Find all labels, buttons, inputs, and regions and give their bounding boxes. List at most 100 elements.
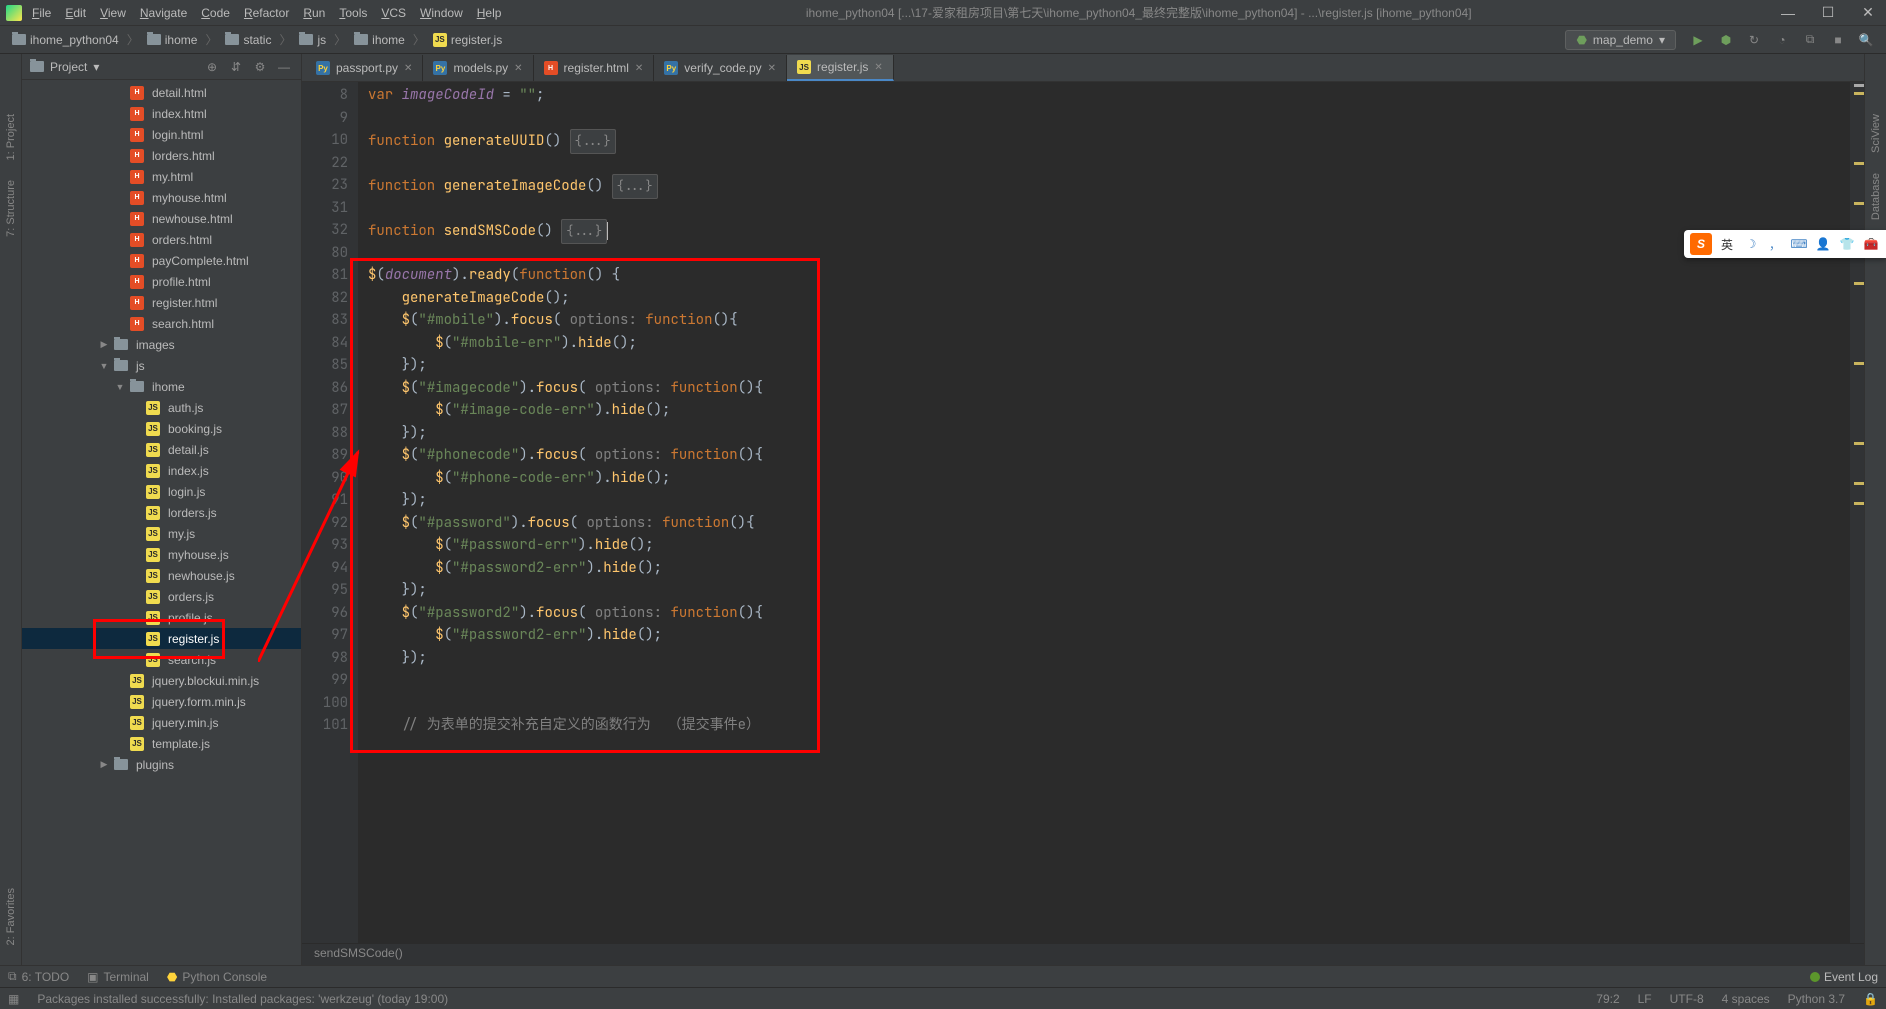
rail-structure[interactable]: 7: Structure [5,180,17,237]
tree-row[interactable]: JSprofile.js [22,607,301,628]
line-number[interactable]: 101 [304,714,348,737]
function-breadcrumb[interactable]: sendSMSCode() [302,943,1864,965]
tree-row[interactable]: JSregister.js [22,628,301,649]
tree-chevron-icon[interactable]: ▼ [114,382,126,392]
status-line-sep[interactable]: LF [1638,992,1652,1006]
menu-help[interactable]: Help [477,6,502,20]
code-line[interactable]: $("#image-code-err").hide(); [368,399,1864,422]
tree-row[interactable]: Horders.html [22,229,301,250]
code-line[interactable]: $("#password2").focus( options: function… [368,602,1864,625]
tree-row[interactable]: Hindex.html [22,103,301,124]
line-number[interactable]: 97 [304,624,348,647]
code-line[interactable]: }); [368,422,1864,445]
line-number[interactable]: 83 [304,309,348,332]
code-line[interactable]: $("#imagecode").focus( options: function… [368,377,1864,400]
line-number[interactable]: 95 [304,579,348,602]
code-line[interactable]: $("#password-err").hide(); [368,534,1864,557]
close-tab-icon[interactable]: ✕ [874,62,882,73]
gear-icon[interactable]: ⚙ [251,60,269,74]
hide-panel-icon[interactable]: — [275,60,293,74]
stop-button[interactable]: ■ [1826,28,1850,52]
code-line[interactable] [368,242,1864,265]
scroll-from-source-icon[interactable]: ⊕ [203,60,221,74]
tree-row[interactable]: JSdetail.js [22,439,301,460]
line-number[interactable]: 80 [304,242,348,265]
code-line[interactable]: $("#mobile").focus( options: function(){ [368,309,1864,332]
editor-tab[interactable]: Pymodels.py✕ [423,55,533,81]
person-icon[interactable]: 👤 [1814,237,1832,251]
code-line[interactable]: generateImageCode(); [368,287,1864,310]
tree-row[interactable]: JSmy.js [22,523,301,544]
comma-icon[interactable]: ， [1766,236,1784,253]
profile-button[interactable]: ◔ [1770,28,1794,52]
menu-navigate[interactable]: Navigate [140,6,187,20]
tree-row[interactable]: HpayComplete.html [22,250,301,271]
code-line[interactable] [368,197,1864,220]
line-number[interactable]: 86 [304,377,348,400]
tree-row[interactable]: JSbooking.js [22,418,301,439]
line-number[interactable]: 92 [304,512,348,535]
menu-file[interactable]: File [32,6,51,20]
code-line[interactable]: function sendSMSCode() {...} [368,219,1864,242]
breadcrumb-item[interactable]: js [295,31,330,49]
tree-chevron-icon[interactable]: ▼ [98,361,110,371]
ime-lang-label[interactable]: 英 [1718,236,1736,253]
tree-row[interactable]: Hregister.html [22,292,301,313]
tree-row[interactable]: JSauth.js [22,397,301,418]
editor-tab[interactable]: Pyverify_code.py✕ [654,55,787,81]
tree-row[interactable]: ▼ihome [22,376,301,397]
status-caret-pos[interactable]: 79:2 [1596,992,1619,1006]
code-line[interactable] [368,669,1864,692]
code-line[interactable]: $("#password").focus( options: function(… [368,512,1864,535]
skin-icon[interactable]: 👕 [1838,237,1856,251]
code-line[interactable]: function generateUUID() {...} [368,129,1864,152]
maximize-button[interactable]: ☐ [1816,4,1840,21]
line-number[interactable]: 8 [304,84,348,107]
menu-vcs[interactable]: VCS [381,6,406,20]
tree-row[interactable]: JSjquery.blockui.min.js [22,670,301,691]
editor-tab[interactable]: Hregister.html✕ [534,55,655,81]
menu-tools[interactable]: Tools [339,6,367,20]
code-line[interactable]: }); [368,647,1864,670]
code-line[interactable] [368,692,1864,715]
code-line[interactable]: $(document).ready(function() { [368,264,1864,287]
tree-chevron-icon[interactable]: ▶ [98,759,110,770]
tool-todo[interactable]: ⧉6: TODO [8,969,69,984]
code-line[interactable]: $("#phone-code-err").hide(); [368,467,1864,490]
close-button[interactable]: ✕ [1856,4,1880,21]
tool-python-console[interactable]: ⬣Python Console [167,970,267,984]
tree-row[interactable]: JSlogin.js [22,481,301,502]
tree-row[interactable]: JSjquery.form.min.js [22,691,301,712]
breadcrumb-item[interactable]: ihome [143,31,202,49]
tree-row[interactable]: Hmy.html [22,166,301,187]
close-tab-icon[interactable]: ✕ [768,63,776,74]
tree-row[interactable]: JSlorders.js [22,502,301,523]
status-indent[interactable]: 4 spaces [1722,992,1770,1006]
menu-edit[interactable]: Edit [65,6,86,20]
tree-row[interactable]: JStemplate.js [22,733,301,754]
tree-chevron-icon[interactable]: ▶ [98,339,110,350]
tree-row[interactable]: Hlorders.html [22,145,301,166]
line-number[interactable]: 9 [304,107,348,130]
rail-project[interactable]: 1: Project [5,114,17,160]
editor-tab[interactable]: Pypassport.py✕ [306,55,423,81]
line-number[interactable]: 10 [304,129,348,152]
status-interpreter[interactable]: Python 3.7 [1788,992,1845,1006]
line-number[interactable]: 84 [304,332,348,355]
status-encoding[interactable]: UTF-8 [1670,992,1704,1006]
menu-refactor[interactable]: Refactor [244,6,289,20]
line-number[interactable]: 32 [304,219,348,242]
line-number[interactable]: 100 [304,692,348,715]
line-number[interactable]: 89 [304,444,348,467]
code-editor[interactable]: 8910222331328081828384858687888990919293… [302,82,1864,943]
code-line[interactable]: }); [368,489,1864,512]
line-number[interactable]: 91 [304,489,348,512]
chevron-down-icon[interactable]: ▾ [93,60,99,74]
code-line[interactable]: // 为表单的提交补充自定义的函数行为 （提交事件e） [368,714,1864,737]
tree-row[interactable]: Hprofile.html [22,271,301,292]
ime-toolbar[interactable]: S 英 ☽ ， ⌨ 👤 👕 🧰 [1684,230,1886,258]
moon-icon[interactable]: ☽ [1742,237,1760,251]
line-number[interactable]: 96 [304,602,348,625]
run-button[interactable]: ▶ [1686,28,1710,52]
line-number[interactable]: 93 [304,534,348,557]
